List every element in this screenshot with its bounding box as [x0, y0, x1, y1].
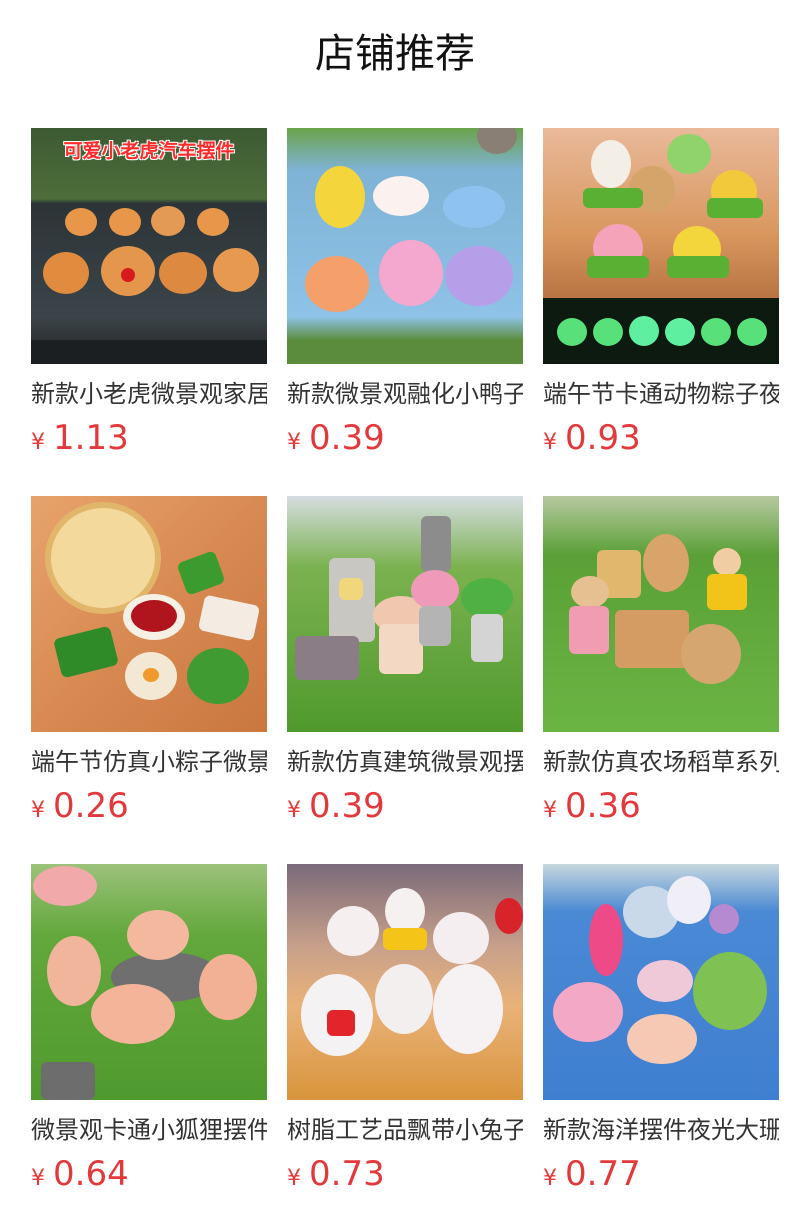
price-value: 0.93 [565, 418, 641, 458]
product-price: ¥ 0.64 [31, 1154, 129, 1194]
product-card[interactable]: 树脂工艺品飘带小兔子 ¥ 0.73 [287, 864, 523, 1232]
product-card[interactable]: 新款海洋摆件夜光大珊瑚 ¥ 0.77 [543, 864, 779, 1232]
price-value: 0.73 [309, 1154, 385, 1194]
product-card[interactable]: 新款仿真建筑微景观摆件 ¥ 0.39 [287, 496, 523, 864]
currency-symbol: ¥ [287, 1166, 301, 1191]
product-name[interactable]: 新款海洋摆件夜光大珊瑚 [543, 1114, 779, 1146]
product-card[interactable]: 新款仿真农场稻草系列 ¥ 0.36 [543, 496, 779, 864]
price-value: 0.36 [565, 786, 641, 826]
product-name[interactable]: 新款微景观融化小鸭子 [287, 378, 523, 410]
currency-symbol: ¥ [543, 430, 557, 455]
product-name[interactable]: 端午节仿真小粽子微景观 [31, 746, 267, 778]
currency-symbol: ¥ [287, 430, 301, 455]
product-image[interactable]: 可爱小老虎汽车摆件 [31, 128, 267, 364]
product-image-banner-text: 可爱小老虎汽车摆件 [63, 140, 235, 162]
product-image[interactable] [31, 864, 267, 1100]
currency-symbol: ¥ [287, 798, 301, 823]
product-image[interactable] [287, 128, 523, 364]
product-image[interactable] [543, 128, 779, 364]
price-value: 0.64 [53, 1154, 129, 1194]
product-price: ¥ 0.36 [543, 786, 641, 826]
page-title: 店铺推荐 [315, 31, 475, 77]
product-price: ¥ 0.39 [287, 418, 385, 458]
product-name[interactable]: 微景观卡通小狐狸摆件 [31, 1114, 267, 1146]
product-card[interactable]: 端午节仿真小粽子微景观 ¥ 0.26 [31, 496, 267, 864]
product-image[interactable] [543, 864, 779, 1100]
product-name[interactable]: 新款仿真农场稻草系列 [543, 746, 779, 778]
product-card[interactable]: 新款微景观融化小鸭子 ¥ 0.39 [287, 128, 523, 496]
currency-symbol: ¥ [31, 430, 45, 455]
product-name[interactable]: 新款仿真建筑微景观摆件 [287, 746, 523, 778]
product-price: ¥ 0.73 [287, 1154, 385, 1194]
product-image[interactable] [287, 496, 523, 732]
product-image[interactable] [31, 496, 267, 732]
currency-symbol: ¥ [31, 798, 45, 823]
price-value: 0.39 [309, 786, 385, 826]
product-grid: 可爱小老虎汽车摆件 新款小老虎微景观家居 ¥ 1.13 新款微景观融化小鸭子 ¥… [31, 128, 779, 1232]
price-value: 0.77 [565, 1154, 641, 1194]
price-value: 0.39 [309, 418, 385, 458]
price-value: 1.13 [53, 418, 129, 458]
currency-symbol: ¥ [31, 1166, 45, 1191]
product-name[interactable]: 端午节卡通动物粽子夜光 [543, 378, 779, 410]
product-image[interactable] [543, 496, 779, 732]
currency-symbol: ¥ [543, 1166, 557, 1191]
product-name[interactable]: 树脂工艺品飘带小兔子 [287, 1114, 523, 1146]
product-price: ¥ 0.26 [31, 786, 129, 826]
product-price: ¥ 0.93 [543, 418, 641, 458]
product-card[interactable]: 可爱小老虎汽车摆件 新款小老虎微景观家居 ¥ 1.13 [31, 128, 267, 496]
product-card[interactable]: 端午节卡通动物粽子夜光 ¥ 0.93 [543, 128, 779, 496]
product-price: ¥ 0.77 [543, 1154, 641, 1194]
product-price: ¥ 0.39 [287, 786, 385, 826]
product-card[interactable]: 微景观卡通小狐狸摆件 ¥ 0.64 [31, 864, 267, 1232]
product-name[interactable]: 新款小老虎微景观家居 [31, 378, 267, 410]
product-price: ¥ 1.13 [31, 418, 129, 458]
product-image[interactable] [287, 864, 523, 1100]
currency-symbol: ¥ [543, 798, 557, 823]
price-value: 0.26 [53, 786, 129, 826]
